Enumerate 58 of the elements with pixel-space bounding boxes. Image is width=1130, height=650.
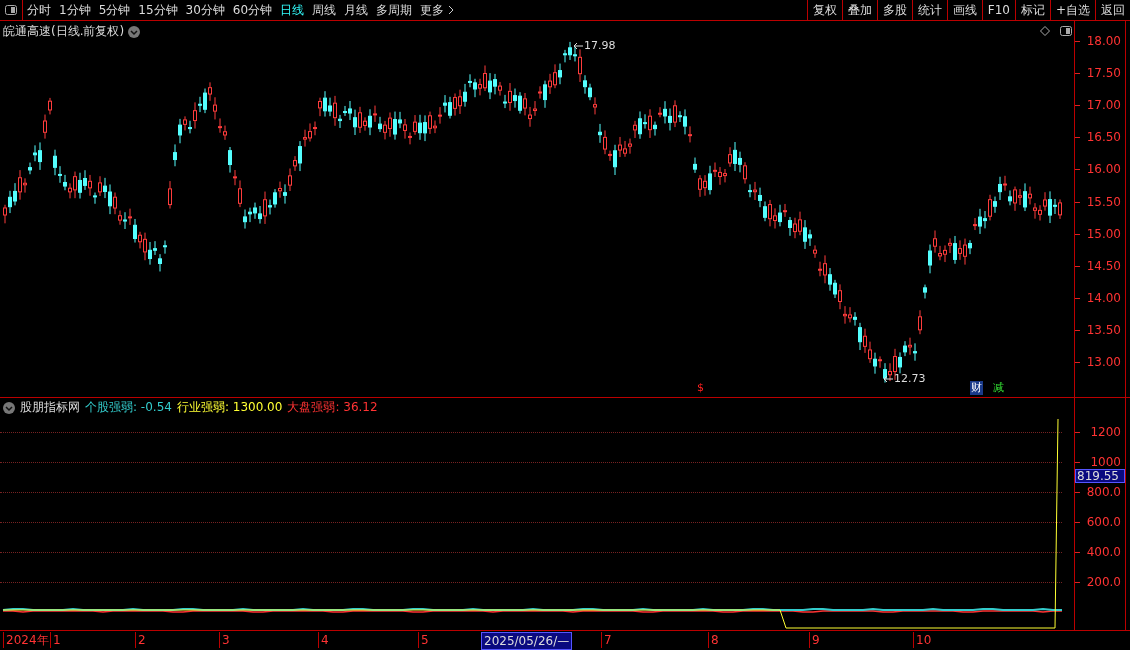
indicator-name: 股朋指标网 — [20, 399, 80, 416]
legend-value: 大盘强弱: 36.12 — [287, 399, 378, 416]
period-tab[interactable]: 多周期 — [372, 1, 417, 19]
event-marker[interactable]: $ — [696, 381, 705, 395]
price-axis-label: 14.00 — [1086, 290, 1121, 305]
date-axis-label: 9 — [809, 632, 822, 648]
date-axis-label: 8 — [708, 632, 721, 648]
date-axis-label: 1 — [50, 632, 63, 648]
current-value-label: 819.55 — [1075, 469, 1125, 483]
legend-value: 个股强弱: -0.54 — [85, 399, 172, 416]
price-axis-label: 16.50 — [1086, 130, 1121, 145]
date-axis-label: 2 — [135, 632, 148, 648]
price-axis-label: 13.00 — [1086, 355, 1121, 369]
chevron-down-icon[interactable] — [3, 401, 15, 414]
period-tab[interactable]: 月线 — [340, 1, 373, 19]
price-axis-label: 15.50 — [1086, 194, 1121, 209]
indicator-axis-label: 600.0 — [1086, 515, 1121, 529]
date-axis-label: 4 — [318, 632, 331, 648]
price-axis-label: 16.00 — [1086, 162, 1121, 177]
indicator-axis-label: 200.0 — [1086, 575, 1121, 589]
price-axis-label: 17.00 — [1086, 98, 1121, 113]
date-axis-label: 3 — [219, 632, 232, 648]
period-tab[interactable]: 日线 — [276, 1, 309, 19]
period-tab[interactable]: 分时 — [23, 1, 55, 19]
date-axis-label: 2025/05/26/— — [481, 632, 573, 650]
chevron-down-icon[interactable] — [128, 25, 141, 38]
arrow-left-icon — [573, 41, 583, 50]
diamond-icon[interactable] — [1040, 26, 1050, 36]
panel-toggle-icon[interactable] — [5, 5, 17, 15]
event-marker[interactable]: 减 — [992, 381, 1005, 395]
period-tab[interactable]: 60分钟 — [228, 1, 277, 19]
chevron-right-icon[interactable] — [448, 5, 455, 15]
legend-value: 行业强弱: 1300.00 — [176, 399, 283, 416]
period-tab[interactable]: 周线 — [308, 1, 341, 19]
date-axis-label: 7 — [601, 632, 614, 648]
price-axis-label: 13.50 — [1086, 322, 1121, 337]
arrow-left-icon — [883, 374, 893, 383]
panel-toggle-icon[interactable] — [1060, 26, 1072, 36]
price-axis-label: 18.00 — [1086, 34, 1121, 48]
high-price-label: 17.98 — [584, 39, 616, 52]
period-tab[interactable]: 30分钟 — [181, 1, 229, 19]
date-axis-label: 2024年 — [3, 632, 51, 648]
low-price-label: 12.73 — [894, 372, 926, 385]
period-tab[interactable]: 1分钟 — [55, 1, 95, 19]
indicator-axis-label: 1000 — [1090, 455, 1121, 469]
indicator-axis-label: 800.0 — [1086, 485, 1121, 499]
period-tab[interactable]: 15分钟 — [134, 1, 182, 19]
security-title: 皖通高速(日线.前复权) — [3, 23, 125, 40]
date-axis-label: 5 — [418, 632, 431, 648]
price-axis-label: 17.50 — [1086, 66, 1121, 81]
indicator-axis-label: 1200 — [1090, 425, 1121, 439]
price-axis-label: 14.50 — [1086, 258, 1121, 273]
period-tab[interactable]: 更多 — [416, 1, 449, 19]
price-axis-label: 15.00 — [1086, 226, 1121, 241]
indicator-axis-label: 400.0 — [1086, 545, 1121, 559]
date-axis-label: 10 — [913, 632, 934, 648]
event-marker[interactable]: 财 — [970, 381, 983, 395]
period-tab[interactable]: 5分钟 — [94, 1, 135, 19]
